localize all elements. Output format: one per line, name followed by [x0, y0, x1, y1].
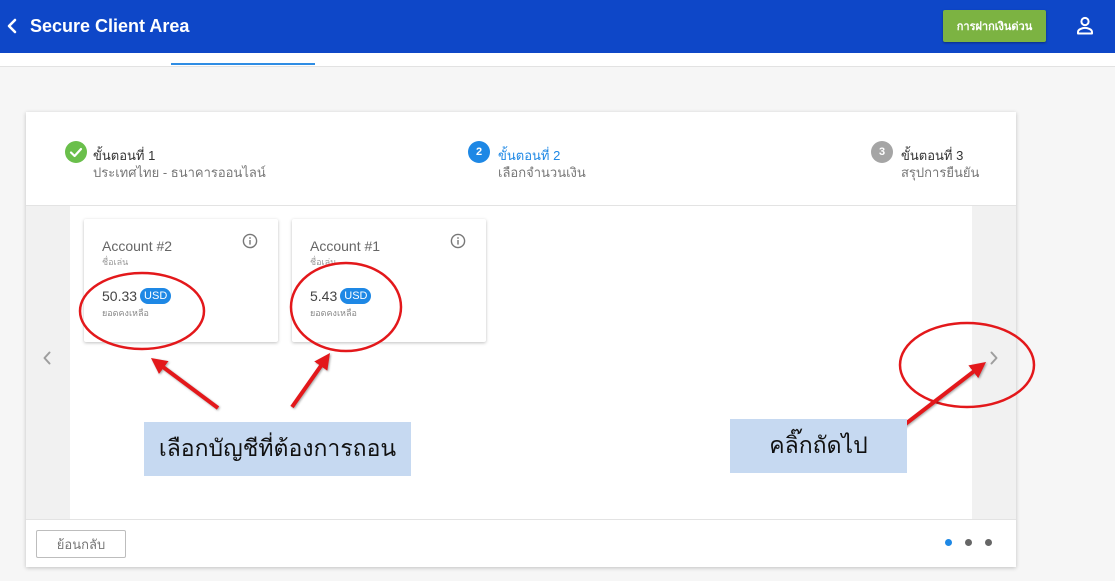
info-icon[interactable]	[450, 233, 466, 249]
check-icon	[69, 147, 83, 158]
quick-deposit-button[interactable]: การฝากเงินด่วน	[943, 10, 1046, 42]
carousel-pagination	[945, 539, 992, 547]
step-2: 2 ขั้นตอนที่ 2 เลือกจำนวนเงิน	[468, 141, 688, 185]
card-footer: ย้อนกลับ	[26, 519, 1016, 567]
balance-label: ยอดคงเหลือ	[102, 308, 149, 318]
carousel-dot[interactable]	[985, 539, 992, 546]
nickname-label: ชื่อเล่น	[310, 257, 337, 267]
carousel-dot[interactable]	[965, 539, 972, 546]
top-app-bar: Secure Client Area การฝากเงินด่วน	[0, 0, 1115, 53]
chevron-right-icon[interactable]	[988, 350, 1000, 366]
step-subtitle: เลือกจำนวนเงิน	[498, 165, 586, 180]
currency-badge: USD	[140, 288, 172, 304]
stepper: ขั้นตอนที่ 1 ประเทศไทย - ธนาคารออนไลน์ 2…	[26, 112, 1016, 206]
step-number-badge: 3	[871, 141, 893, 163]
back-button[interactable]: ย้อนกลับ	[36, 530, 126, 558]
step-complete-badge	[65, 141, 87, 163]
app-title: Secure Client Area	[30, 16, 190, 36]
account-card[interactable]: Account #1 ชื่อเล่น 5.43 USD ยอดคงเหลือ	[292, 219, 486, 342]
account-name: Account #2	[102, 238, 173, 254]
account-card[interactable]: Account #2 ชื่อเล่น 50.33 USD ยอดคงเหลือ	[84, 219, 278, 342]
currency-badge: USD	[340, 288, 372, 304]
balance-amount: 50.33	[102, 288, 138, 304]
balance-label: ยอดคงเหลือ	[310, 308, 357, 318]
info-icon[interactable]	[242, 233, 258, 249]
active-tab-indicator	[171, 63, 315, 65]
annotation-label-click-next: คลิ๊กถัดไป	[730, 419, 907, 473]
chevron-left-icon[interactable]	[41, 350, 53, 366]
tab-bar	[0, 53, 1115, 67]
step-1: ขั้นตอนที่ 1 ประเทศไทย - ธนาคารออนไลน์	[65, 141, 285, 185]
account-balance: 50.33 USD	[102, 288, 172, 304]
step-subtitle: สรุปการยืนยัน	[901, 165, 980, 180]
annotation-label-select-account: เลือกบัญชีที่ต้องการถอน	[144, 422, 411, 476]
balance-amount: 5.43	[310, 288, 338, 304]
account-name: Account #1	[310, 238, 381, 254]
nickname-label: ชื่อเล่น	[102, 257, 129, 267]
withdraw-wizard-card: ขั้นตอนที่ 1 ประเทศไทย - ธนาคารออนไลน์ 2…	[26, 112, 1016, 567]
person-outline-icon[interactable]	[1074, 15, 1096, 37]
step-3: 3 ขั้นตอนที่ 3 สรุปการยืนยัน	[871, 141, 1091, 185]
account-balance: 5.43 USD	[310, 288, 372, 304]
carousel-dot[interactable]	[945, 539, 952, 546]
step-number-badge: 2	[468, 141, 490, 163]
step-subtitle: ประเทศไทย - ธนาคารออนไลน์	[93, 165, 266, 180]
chevron-left-icon[interactable]	[4, 16, 22, 36]
